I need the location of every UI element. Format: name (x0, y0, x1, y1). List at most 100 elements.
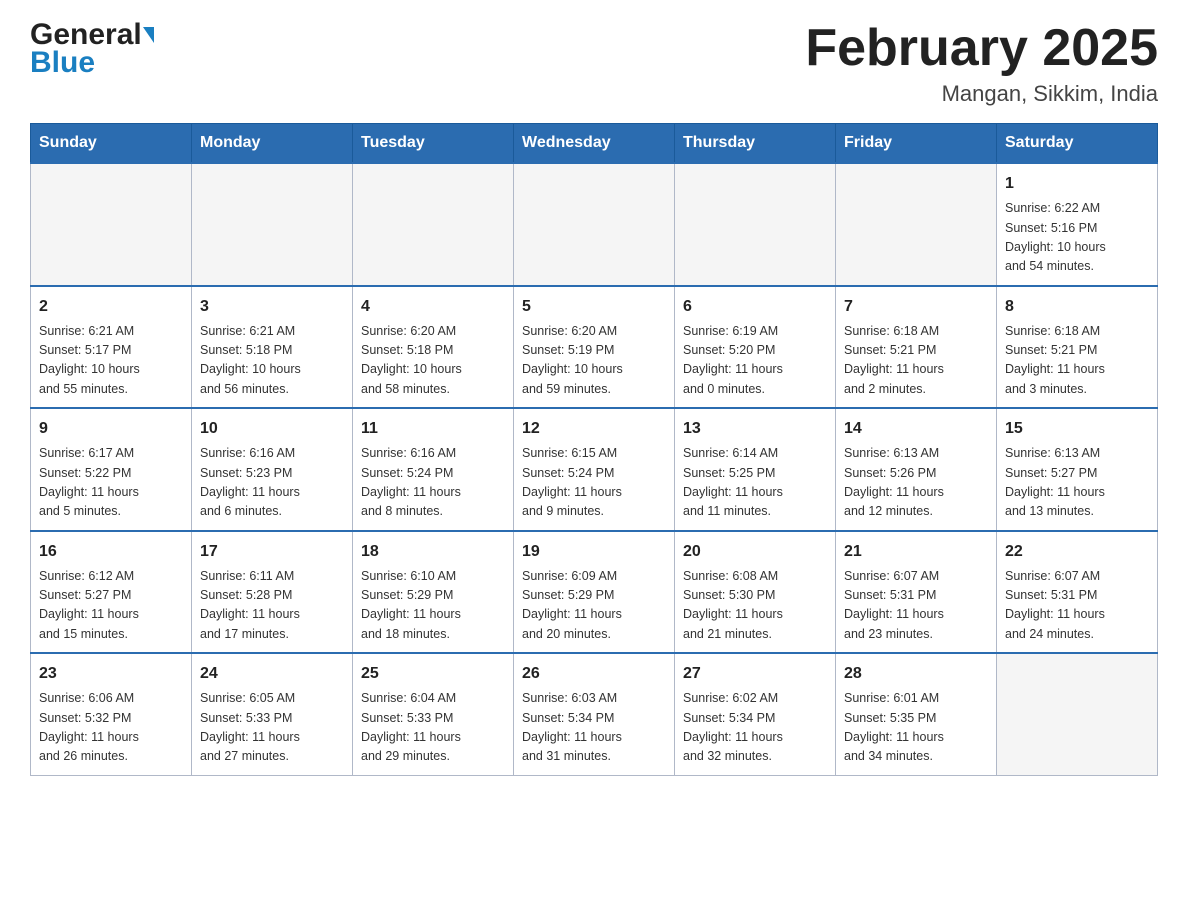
day-number: 9 (39, 417, 183, 441)
day-info: Sunrise: 6:06 AM Sunset: 5:32 PM Dayligh… (39, 689, 183, 767)
day-number: 7 (844, 295, 988, 319)
day-info: Sunrise: 6:11 AM Sunset: 5:28 PM Dayligh… (200, 567, 344, 645)
day-info: Sunrise: 6:16 AM Sunset: 5:24 PM Dayligh… (361, 444, 505, 522)
calendar-cell: 23 Sunrise: 6:06 AM Sunset: 5:32 PM Dayli… (31, 653, 192, 775)
day-number: 22 (1005, 540, 1149, 564)
day-number: 13 (683, 417, 827, 441)
day-number: 11 (361, 417, 505, 441)
day-number: 3 (200, 295, 344, 319)
calendar-cell: 24Sunrise: 6:05 AM Sunset: 5:33 PM Dayli… (192, 653, 353, 775)
day-info: Sunrise: 6:10 AM Sunset: 5:29 PM Dayligh… (361, 567, 505, 645)
day-info: Sunrise: 6:15 AM Sunset: 5:24 PM Dayligh… (522, 444, 666, 522)
calendar-cell: 1 Sunrise: 6:22 AM Sunset: 5:16 PM Daylig… (997, 163, 1158, 286)
calendar-cell: 2 Sunrise: 6:21 AM Sunset: 5:17 PM Daylig… (31, 286, 192, 409)
calendar-cell: 9 Sunrise: 6:17 AM Sunset: 5:22 PM Daylig… (31, 408, 192, 531)
logo-blue-text: Blue (30, 48, 154, 78)
calendar-cell (836, 163, 997, 286)
calendar-cell: 18 Sunrise: 6:10 AM Sunset: 5:29 PM Dayli… (353, 531, 514, 654)
location-subtitle: Mangan, Sikkim, India (805, 81, 1158, 107)
day-number: 12 (522, 417, 666, 441)
day-info: Sunrise: 6:21 AM Sunset: 5:18 PM Dayligh… (200, 322, 344, 400)
logo-arrow (143, 27, 154, 43)
day-number: 25 (361, 662, 505, 686)
day-number: 10 (200, 417, 344, 441)
calendar-cell: 25 Sunrise: 6:04 AM Sunset: 5:33 PM Dayli… (353, 653, 514, 775)
calendar-cell: 16 Sunrise: 6:12 AM Sunset: 5:27 PM Dayli… (31, 531, 192, 654)
day-number: 18 (361, 540, 505, 564)
calendar-cell: 22 Sunrise: 6:07 AM Sunset: 5:31 PM Dayli… (997, 531, 1158, 654)
week-row-5: 23 Sunrise: 6:06 AM Sunset: 5:32 PM Dayli… (31, 653, 1158, 775)
day-info: Sunrise: 6:08 AM Sunset: 5:30 PM Dayligh… (683, 567, 827, 645)
calendar-cell: 15 Sunrise: 6:13 AM Sunset: 5:27 PM Dayli… (997, 408, 1158, 531)
day-number: 20 (683, 540, 827, 564)
calendar-cell: 20 Sunrise: 6:08 AM Sunset: 5:30 PM Dayli… (675, 531, 836, 654)
week-row-4: 16 Sunrise: 6:12 AM Sunset: 5:27 PM Dayli… (31, 531, 1158, 654)
calendar-cell: 28 Sunrise: 6:01 AM Sunset: 5:35 PM Dayli… (836, 653, 997, 775)
calendar-table: SundayMondayTuesdayWednesdayThursdayFrid… (30, 123, 1158, 776)
calendar-cell: 11 Sunrise: 6:16 AM Sunset: 5:24 PM Dayli… (353, 408, 514, 531)
weekday-header-monday: Monday (192, 124, 353, 164)
day-info: Sunrise: 6:09 AM Sunset: 5:29 PM Dayligh… (522, 567, 666, 645)
calendar-cell: 14Sunrise: 6:13 AM Sunset: 5:26 PM Dayli… (836, 408, 997, 531)
day-number: 4 (361, 295, 505, 319)
day-number: 6 (683, 295, 827, 319)
day-number: 2 (39, 295, 183, 319)
calendar-cell: 12 Sunrise: 6:15 AM Sunset: 5:24 PM Dayli… (514, 408, 675, 531)
calendar-cell: 3 Sunrise: 6:21 AM Sunset: 5:18 PM Daylig… (192, 286, 353, 409)
logo: General Blue (30, 20, 154, 78)
calendar-cell: 19Sunrise: 6:09 AM Sunset: 5:29 PM Dayli… (514, 531, 675, 654)
weekday-header-tuesday: Tuesday (353, 124, 514, 164)
day-number: 5 (522, 295, 666, 319)
day-info: Sunrise: 6:07 AM Sunset: 5:31 PM Dayligh… (1005, 567, 1149, 645)
page-header: General Blue February 2025 Mangan, Sikki… (30, 20, 1158, 107)
calendar-cell: 5 Sunrise: 6:20 AM Sunset: 5:19 PM Daylig… (514, 286, 675, 409)
week-row-2: 2 Sunrise: 6:21 AM Sunset: 5:17 PM Daylig… (31, 286, 1158, 409)
calendar-cell (353, 163, 514, 286)
day-info: Sunrise: 6:07 AM Sunset: 5:31 PM Dayligh… (844, 567, 988, 645)
day-info: Sunrise: 6:16 AM Sunset: 5:23 PM Dayligh… (200, 444, 344, 522)
day-info: Sunrise: 6:01 AM Sunset: 5:35 PM Dayligh… (844, 689, 988, 767)
day-number: 17 (200, 540, 344, 564)
calendar-cell (192, 163, 353, 286)
day-info: Sunrise: 6:19 AM Sunset: 5:20 PM Dayligh… (683, 322, 827, 400)
calendar-cell: 8 Sunrise: 6:18 AM Sunset: 5:21 PM Daylig… (997, 286, 1158, 409)
day-number: 23 (39, 662, 183, 686)
day-info: Sunrise: 6:12 AM Sunset: 5:27 PM Dayligh… (39, 567, 183, 645)
day-number: 8 (1005, 295, 1149, 319)
day-info: Sunrise: 6:13 AM Sunset: 5:26 PM Dayligh… (844, 444, 988, 522)
calendar-cell: 26Sunrise: 6:03 AM Sunset: 5:34 PM Dayli… (514, 653, 675, 775)
calendar-cell: 13Sunrise: 6:14 AM Sunset: 5:25 PM Dayli… (675, 408, 836, 531)
day-info: Sunrise: 6:18 AM Sunset: 5:21 PM Dayligh… (1005, 322, 1149, 400)
weekday-header-thursday: Thursday (675, 124, 836, 164)
day-info: Sunrise: 6:21 AM Sunset: 5:17 PM Dayligh… (39, 322, 183, 400)
day-number: 26 (522, 662, 666, 686)
day-number: 24 (200, 662, 344, 686)
calendar-cell: 6 Sunrise: 6:19 AM Sunset: 5:20 PM Daylig… (675, 286, 836, 409)
day-info: Sunrise: 6:22 AM Sunset: 5:16 PM Dayligh… (1005, 199, 1149, 277)
day-info: Sunrise: 6:04 AM Sunset: 5:33 PM Dayligh… (361, 689, 505, 767)
day-info: Sunrise: 6:02 AM Sunset: 5:34 PM Dayligh… (683, 689, 827, 767)
day-number: 16 (39, 540, 183, 564)
day-info: Sunrise: 6:17 AM Sunset: 5:22 PM Dayligh… (39, 444, 183, 522)
calendar-cell (997, 653, 1158, 775)
day-number: 28 (844, 662, 988, 686)
day-info: Sunrise: 6:18 AM Sunset: 5:21 PM Dayligh… (844, 322, 988, 400)
day-number: 21 (844, 540, 988, 564)
calendar-cell (675, 163, 836, 286)
day-number: 15 (1005, 417, 1149, 441)
weekday-header-friday: Friday (836, 124, 997, 164)
weekday-header-row: SundayMondayTuesdayWednesdayThursdayFrid… (31, 124, 1158, 164)
day-number: 27 (683, 662, 827, 686)
calendar-cell (31, 163, 192, 286)
calendar-cell: 7 Sunrise: 6:18 AM Sunset: 5:21 PM Daylig… (836, 286, 997, 409)
calendar-cell: 17 Sunrise: 6:11 AM Sunset: 5:28 PM Dayli… (192, 531, 353, 654)
calendar-cell: 21 Sunrise: 6:07 AM Sunset: 5:31 PM Dayli… (836, 531, 997, 654)
day-info: Sunrise: 6:20 AM Sunset: 5:19 PM Dayligh… (522, 322, 666, 400)
calendar-cell (514, 163, 675, 286)
week-row-1: 1 Sunrise: 6:22 AM Sunset: 5:16 PM Daylig… (31, 163, 1158, 286)
day-number: 1 (1005, 172, 1149, 196)
calendar-cell: 4Sunrise: 6:20 AM Sunset: 5:18 PM Daylig… (353, 286, 514, 409)
day-info: Sunrise: 6:13 AM Sunset: 5:27 PM Dayligh… (1005, 444, 1149, 522)
weekday-header-wednesday: Wednesday (514, 124, 675, 164)
month-year-title: February 2025 (805, 20, 1158, 77)
